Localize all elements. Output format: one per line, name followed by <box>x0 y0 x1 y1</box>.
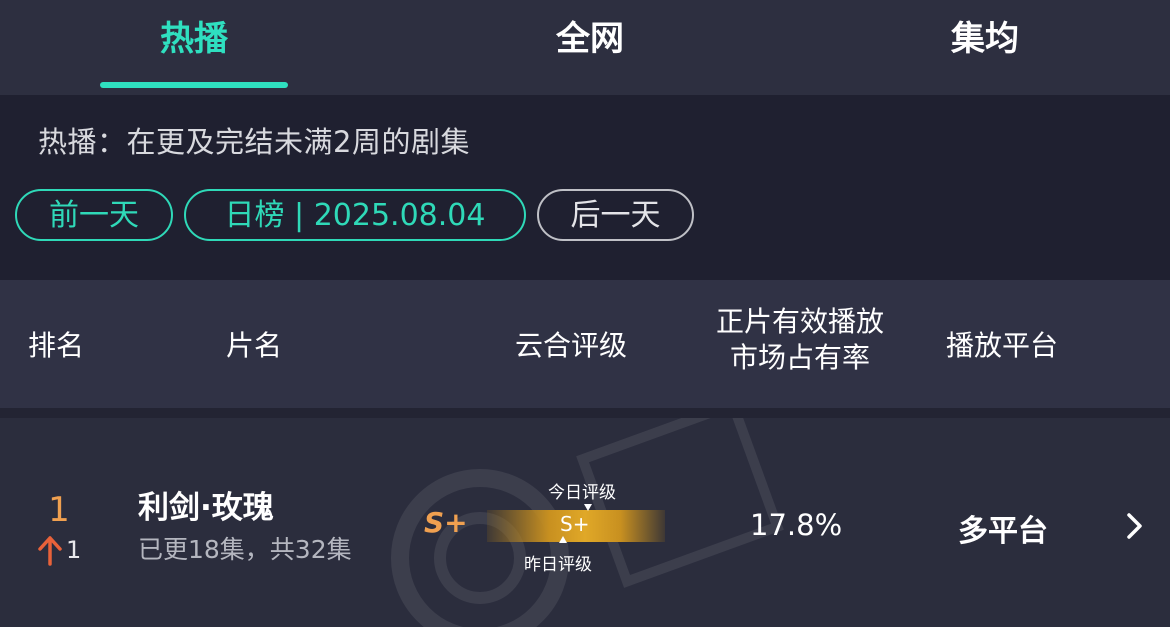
previous-day-button[interactable]: 前一天 <box>15 189 173 241</box>
column-header-rating: 云合评级 <box>515 329 628 362</box>
list-description: 热播：在更及完结未满2周的剧集 <box>38 125 470 159</box>
top-tab-bar: 热播 全网 集均 <box>0 0 1170 95</box>
table-header: 排名 片名 云合评级 正片有效播放 市场占有率 播放平台 <box>0 280 1170 408</box>
rank-change: 1 <box>66 536 82 564</box>
rating-grade: S+ <box>424 506 468 539</box>
filter-panel: 热播：在更及完结未满2周的剧集 前一天 日榜 | 2025.08.04 后一天 <box>0 95 1170 280</box>
arrow-up-icon <box>38 536 62 566</box>
column-header-rank: 排名 <box>28 329 85 362</box>
show-title: 利剑·玫瑰 <box>138 490 274 526</box>
date-selector[interactable]: 日榜 | 2025.08.04 <box>184 189 526 241</box>
column-header-platform: 播放平台 <box>946 329 1059 362</box>
column-header-share-line1: 正片有效播放 <box>715 305 884 338</box>
table-row[interactable]: 1 1 利剑·玫瑰 已更18集，共32集 S+ 今日评级 S+ 昨日评级 17.… <box>0 418 1170 627</box>
next-day-button[interactable]: 后一天 <box>537 189 694 241</box>
column-header-share-line2: 市场占有率 <box>729 341 870 374</box>
divider <box>0 408 1170 418</box>
active-tab-indicator <box>100 82 288 88</box>
column-header-title: 片名 <box>226 329 283 362</box>
tab-hot[interactable]: 热播 <box>100 14 288 64</box>
tab-all-network[interactable]: 全网 <box>500 14 680 64</box>
column-header-share: 正片有效播放 市场占有率 <box>700 304 900 376</box>
chevron-right-icon[interactable] <box>1124 511 1146 541</box>
today-rating-marker <box>584 504 592 511</box>
tab-episode-average[interactable]: 集均 <box>895 14 1075 64</box>
rank-number: 1 <box>48 490 70 530</box>
episode-count: 已更18集，共32集 <box>138 535 352 564</box>
market-share: 17.8% <box>750 508 843 542</box>
platform: 多平台 <box>958 514 1048 549</box>
yesterday-rating-label: 昨日评级 <box>524 555 592 575</box>
today-rating-label: 今日评级 <box>548 483 616 503</box>
rating-bar-label: S+ <box>560 512 590 536</box>
yesterday-rating-marker <box>559 536 567 543</box>
